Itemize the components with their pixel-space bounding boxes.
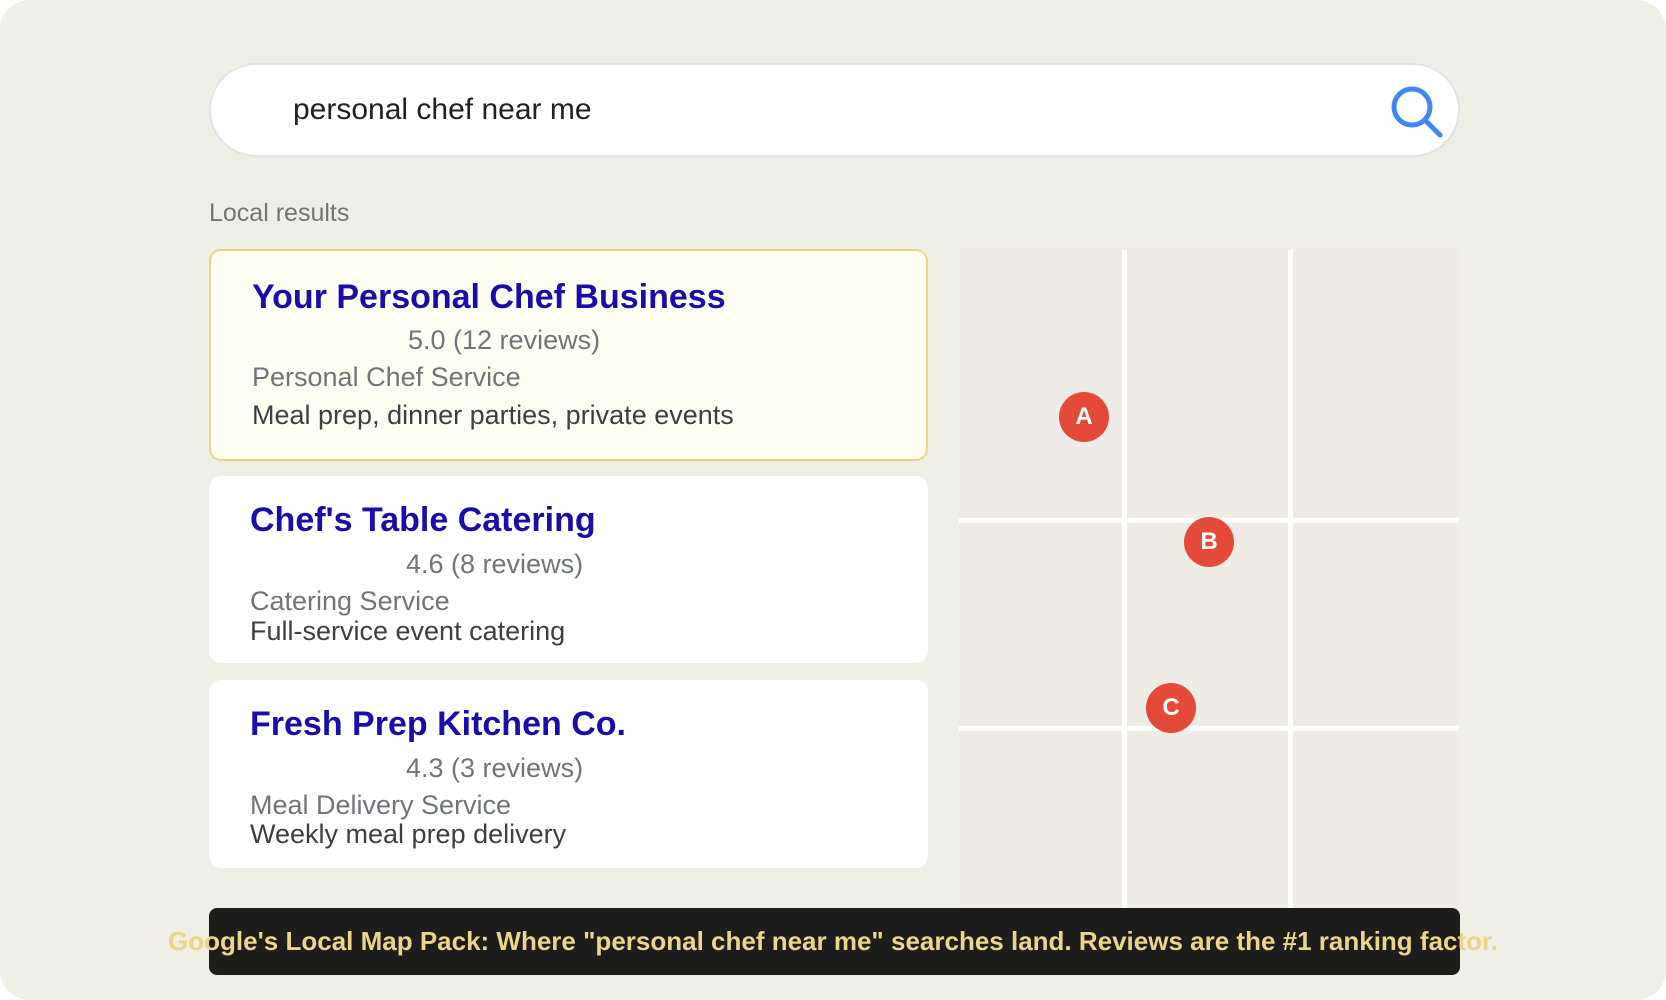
result-card-c[interactable]: Fresh Prep Kitchen Co. 4.3 (3 reviews) M… (209, 680, 928, 868)
map-pin-c[interactable]: C (1146, 683, 1196, 733)
search-bar[interactable]: personal chef near me (209, 63, 1460, 157)
result-card-a[interactable]: Your Personal Chef Business 5.0 (12 revi… (209, 249, 928, 461)
result-category: Meal Delivery Service (250, 790, 512, 820)
result-category: Personal Chef Service (252, 362, 521, 392)
caption-text: Google's Local Map Pack: Where "personal… (168, 926, 1498, 956)
result-category: Catering Service (250, 586, 450, 616)
map-panel[interactable]: A B C (959, 250, 1459, 910)
section-label: Local results (209, 199, 350, 227)
result-name[interactable]: Chef's Table Catering (250, 501, 596, 540)
result-name[interactable]: Your Personal Chef Business (252, 278, 726, 317)
search-icon[interactable] (1390, 85, 1444, 139)
map-road (959, 726, 1459, 731)
result-name[interactable]: Fresh Prep Kitchen Co. (250, 705, 626, 744)
map-pin-a[interactable]: A (1059, 392, 1109, 442)
result-description: Full-service event catering (250, 616, 566, 646)
result-rating: 5.0 (12 reviews) (408, 325, 601, 355)
result-description: Weekly meal prep delivery (250, 819, 567, 849)
map-road (1122, 250, 1127, 910)
result-description: Meal prep, dinner parties, private event… (252, 400, 734, 430)
map-pin-b[interactable]: B (1184, 517, 1234, 567)
result-card-b[interactable]: Chef's Table Catering 4.6 (8 reviews) Ca… (209, 476, 928, 663)
map-road (1288, 250, 1293, 910)
search-input[interactable]: personal chef near me (293, 65, 592, 155)
result-rating: 4.3 (3 reviews) (406, 753, 584, 783)
page-background: personal chef near me Local results Your… (0, 0, 1666, 1000)
result-rating: 4.6 (8 reviews) (406, 549, 584, 579)
